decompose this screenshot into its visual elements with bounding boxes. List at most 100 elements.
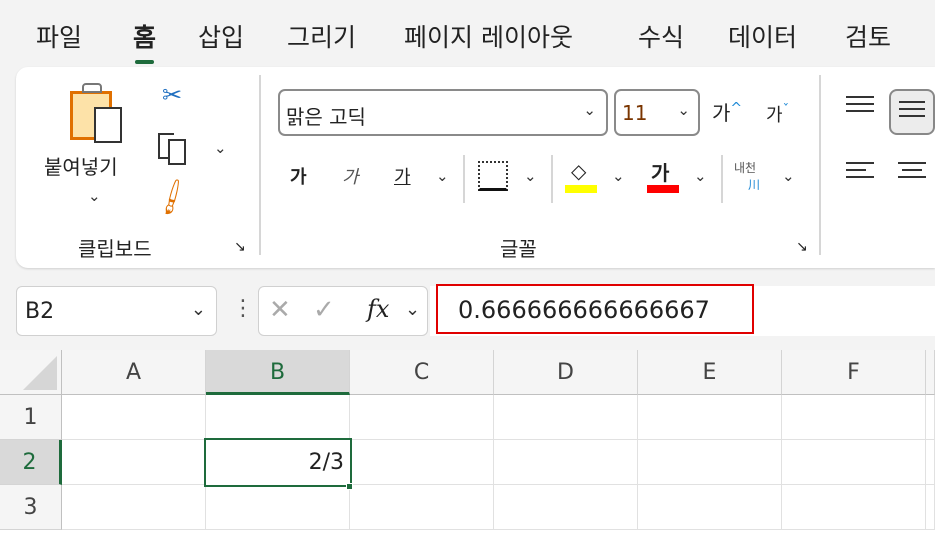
worksheet-grid: A B C D E F 1 2 3 2/3 bbox=[0, 350, 935, 541]
fill-color-dropdown[interactable]: ⌄ bbox=[612, 167, 625, 185]
cell-b1[interactable] bbox=[206, 395, 350, 440]
chevron-down-icon: ⌄ bbox=[583, 101, 596, 119]
row-header-1[interactable]: 1 bbox=[0, 395, 62, 440]
cell-a2[interactable] bbox=[62, 440, 206, 485]
borders-dropdown[interactable]: ⌄ bbox=[524, 167, 537, 185]
divider bbox=[721, 155, 723, 203]
chevron-down-icon: ⌄ bbox=[405, 299, 421, 320]
font-size-select[interactable]: 11 ⌄ bbox=[614, 89, 700, 136]
phonetic-dropdown[interactable]: ⌄ bbox=[782, 167, 795, 185]
font-color-swatch bbox=[647, 185, 679, 193]
fill-handle[interactable] bbox=[346, 483, 353, 490]
cell-d2[interactable] bbox=[494, 440, 638, 485]
name-box[interactable]: B2 ⌄ bbox=[16, 286, 217, 336]
phonetic-button[interactable]: 내천 川 bbox=[734, 159, 768, 197]
clipboard-launcher-icon[interactable]: ↘ bbox=[234, 239, 246, 255]
enter-icon[interactable]: ✓ bbox=[313, 295, 335, 325]
grow-font-label: 가 bbox=[712, 101, 731, 125]
align-left-icon[interactable] bbox=[846, 157, 874, 183]
column-header-g[interactable] bbox=[926, 350, 935, 395]
paste-label: 붙여넣기 bbox=[44, 155, 118, 179]
cell-e2[interactable] bbox=[638, 440, 782, 485]
italic-button[interactable]: 가 bbox=[342, 163, 359, 189]
cell-c2[interactable] bbox=[350, 440, 494, 485]
name-box-value: B2 bbox=[25, 299, 55, 324]
fill-color-button[interactable]: ◇ bbox=[565, 159, 599, 195]
column-header-c[interactable]: C bbox=[350, 350, 494, 395]
cut-icon[interactable]: ✂ bbox=[162, 81, 182, 109]
align-middle-icon[interactable] bbox=[889, 89, 935, 135]
formula-buttons: ✕ ✓ fx ⌄ bbox=[258, 286, 428, 336]
cell-a3[interactable] bbox=[62, 485, 206, 530]
paste-button[interactable]: 붙여넣기 ⌄ bbox=[44, 83, 144, 213]
column-header-e[interactable]: E bbox=[638, 350, 782, 395]
cell-e1[interactable] bbox=[638, 395, 782, 440]
cancel-icon[interactable]: ✕ bbox=[269, 295, 291, 325]
cell-g3[interactable] bbox=[926, 485, 935, 530]
tab-insert[interactable]: 삽입 bbox=[198, 18, 244, 54]
font-name-select[interactable]: 맑은 고딕 ⌄ bbox=[278, 89, 608, 136]
underline-button[interactable]: 가 bbox=[394, 163, 411, 189]
cell-c1[interactable] bbox=[350, 395, 494, 440]
ribbon: 붙여넣기 ⌄ ✂ ⌄ 🖌 클립보드 ↘ 맑은 고딕 ⌄ 11 ⌄ 가^ 가ˇ 가… bbox=[16, 67, 935, 268]
paste-page-icon bbox=[94, 107, 122, 143]
cell-g2[interactable] bbox=[926, 440, 935, 485]
copy-icon[interactable] bbox=[158, 133, 188, 165]
font-launcher-icon[interactable]: ↘ bbox=[796, 239, 808, 255]
cell-e3[interactable] bbox=[638, 485, 782, 530]
cell-b3[interactable] bbox=[206, 485, 350, 530]
column-header-f[interactable]: F bbox=[782, 350, 926, 395]
cell-d3[interactable] bbox=[494, 485, 638, 530]
font-color-label: 가 bbox=[651, 161, 670, 185]
row-header-3[interactable]: 3 bbox=[0, 485, 62, 530]
row-header-2[interactable]: 2 bbox=[0, 440, 62, 485]
column-header-a[interactable]: A bbox=[62, 350, 206, 395]
shrink-font-button[interactable]: 가ˇ bbox=[766, 101, 789, 127]
formula-input[interactable]: 0.666666666666667 bbox=[436, 284, 754, 334]
borders-icon[interactable] bbox=[478, 161, 508, 191]
cell-f1[interactable] bbox=[782, 395, 926, 440]
divider bbox=[551, 155, 553, 203]
font-name-value: 맑은 고딕 bbox=[286, 105, 366, 129]
grow-font-button[interactable]: 가^ bbox=[712, 97, 742, 126]
clipboard-clip bbox=[82, 83, 102, 93]
chevron-down-icon: ⌄ bbox=[88, 187, 101, 205]
tab-file[interactable]: 파일 bbox=[36, 18, 82, 54]
cell-f3[interactable] bbox=[782, 485, 926, 530]
chevron-down-icon: ⌄ bbox=[190, 299, 206, 320]
tab-home[interactable]: 홈 bbox=[133, 18, 156, 64]
tab-review[interactable]: 검토 bbox=[845, 18, 891, 54]
more-options-icon[interactable]: ⋮ bbox=[232, 296, 254, 321]
bold-button[interactable]: 가 bbox=[290, 163, 307, 189]
format-painter-icon[interactable]: 🖌 bbox=[151, 177, 195, 219]
divider bbox=[463, 155, 465, 203]
cell-d1[interactable] bbox=[494, 395, 638, 440]
font-color-dropdown[interactable]: ⌄ bbox=[694, 167, 707, 185]
chevron-down-icon: ⌄ bbox=[677, 101, 690, 119]
caret-up-icon: ^ bbox=[730, 100, 743, 117]
phonetic-label: 내천 bbox=[734, 161, 757, 175]
clipboard-group-label: 클립보드 bbox=[78, 237, 152, 261]
underline-dropdown[interactable]: ⌄ bbox=[436, 167, 449, 185]
align-top-icon[interactable] bbox=[846, 91, 874, 117]
tab-formulas[interactable]: 수식 bbox=[638, 18, 684, 54]
font-color-button[interactable]: 가 bbox=[647, 157, 681, 195]
divider bbox=[259, 75, 261, 255]
align-center-icon[interactable] bbox=[898, 157, 926, 183]
column-header-d[interactable]: D bbox=[494, 350, 638, 395]
tab-data[interactable]: 데이터 bbox=[728, 18, 797, 54]
font-size-value: 11 bbox=[622, 101, 648, 125]
cell-g1[interactable] bbox=[926, 395, 935, 440]
copy-dropdown[interactable]: ⌄ bbox=[214, 139, 227, 157]
cell-c3[interactable] bbox=[350, 485, 494, 530]
column-header-b[interactable]: B bbox=[206, 350, 350, 395]
divider bbox=[819, 75, 821, 255]
tab-page-layout[interactable]: 페이지 레이아웃 bbox=[404, 18, 573, 54]
insert-function-button[interactable]: fx bbox=[367, 295, 389, 323]
cell-b2[interactable]: 2/3 bbox=[204, 438, 352, 487]
caret-down-icon: ˇ bbox=[782, 103, 790, 118]
cell-a1[interactable] bbox=[62, 395, 206, 440]
tab-draw[interactable]: 그리기 bbox=[287, 18, 356, 54]
select-all-button[interactable] bbox=[0, 350, 62, 395]
cell-f2[interactable] bbox=[782, 440, 926, 485]
